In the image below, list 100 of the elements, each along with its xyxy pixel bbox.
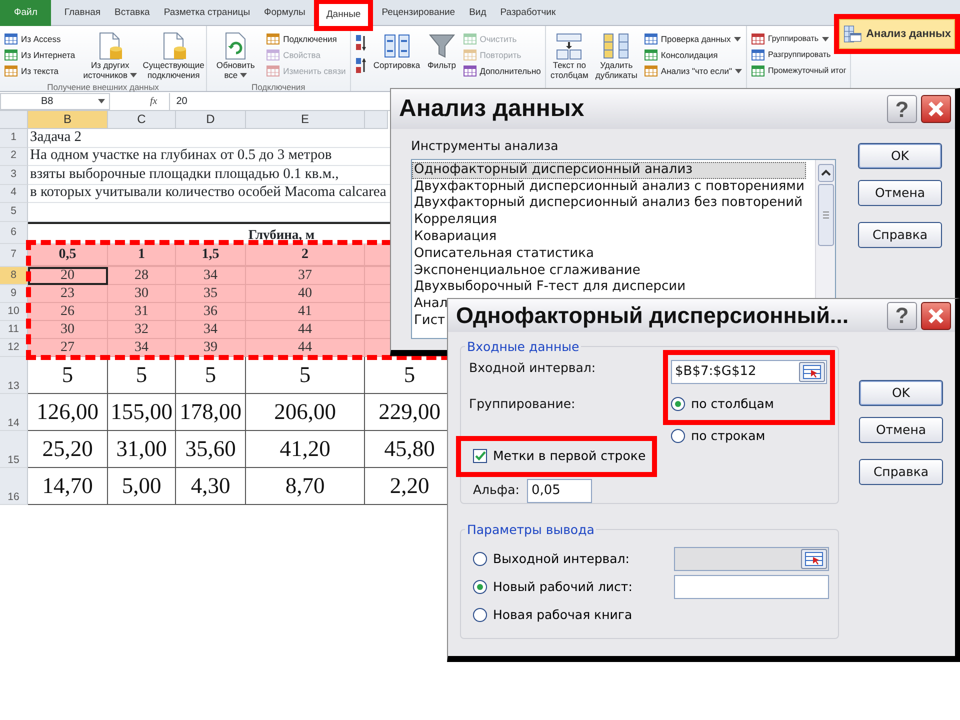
row-header[interactable]: 6 — [0, 222, 28, 244]
dialog-button[interactable]: Отмена — [858, 180, 942, 206]
ribbon-button[interactable]: Текст по столбцам — [548, 31, 591, 81]
table-cell: 41 — [246, 303, 365, 321]
range-picker-button[interactable] — [801, 549, 827, 569]
close-button[interactable] — [921, 302, 951, 330]
ribbon-button[interactable]: Обновить все — [209, 31, 262, 81]
column-header[interactable]: C — [108, 111, 176, 129]
radio-button[interactable] — [473, 580, 487, 594]
ribbon-tab[interactable]: Рецензирование — [374, 1, 462, 26]
ribbon-button[interactable]: Промежуточный итог — [749, 63, 848, 79]
table-cell: 1 — [108, 244, 176, 267]
radio-button[interactable] — [473, 552, 487, 566]
ribbon-button[interactable]: Группировать — [749, 31, 831, 47]
output-field[interactable] — [674, 575, 829, 599]
help-button[interactable]: ? — [887, 302, 917, 330]
row-header[interactable]: 15 — [0, 431, 28, 468]
row-header[interactable]: 7 — [0, 244, 28, 267]
row-header[interactable]: 3 — [0, 166, 28, 184]
row-header[interactable]: 8 — [0, 267, 28, 285]
list-item[interactable]: Анал — [412, 296, 450, 313]
ribbon-tab[interactable]: Разметка страницы — [156, 1, 258, 26]
ribbon-button[interactable]: Из Интернета — [2, 47, 78, 63]
column-header[interactable]: D — [176, 111, 246, 129]
dialog-button[interactable]: Справка — [858, 222, 942, 248]
list-item[interactable]: Двухвыборочный F-тест для дисперсии — [412, 279, 688, 296]
list-item[interactable]: Гист — [412, 312, 448, 330]
column-header[interactable]: B — [28, 111, 108, 129]
data-analysis-button[interactable]: Анализ данных — [839, 19, 955, 49]
ribbon-button[interactable]: Проверка данных — [642, 31, 743, 47]
row-header[interactable]: 11 — [0, 321, 28, 339]
ribbon-button[interactable]: Разгруппировать — [749, 47, 833, 63]
range-field[interactable]: $B$7:$G$12 — [671, 360, 827, 384]
ribbon-tab[interactable]: Данные — [319, 4, 368, 26]
alpha-field[interactable]: 0,05 — [527, 478, 592, 503]
ribbon-tab[interactable]: Вставка — [108, 1, 157, 26]
row-header[interactable]: 2 — [0, 148, 28, 166]
row-header[interactable]: 5 — [0, 203, 28, 222]
columns-icon — [601, 31, 632, 61]
ribbon-button[interactable]: Удалить дубликаты — [592, 31, 640, 81]
table-cell: 40 — [246, 285, 365, 303]
dialog-button[interactable]: Справка — [859, 459, 943, 485]
dialog-button[interactable]: Отмена — [859, 417, 943, 443]
radio-option[interactable]: по столбцам — [671, 395, 774, 414]
ribbon-button[interactable]: Консолидация — [642, 47, 720, 63]
close-button[interactable] — [921, 95, 951, 123]
name-box[interactable]: B8 — [0, 92, 110, 110]
ribbon-tab[interactable]: Формулы — [257, 1, 312, 26]
radio-option[interactable]: по строкам — [671, 426, 766, 446]
radio-option[interactable]: Новая рабочая книга — [473, 606, 632, 624]
list-item[interactable]: Описательная статистика — [412, 246, 596, 263]
range-picker-button[interactable] — [799, 362, 825, 382]
radio-button[interactable] — [671, 429, 685, 444]
table-cell: 0,5 — [28, 244, 108, 267]
list-item[interactable]: Экспоненциальное сглаживание — [412, 262, 642, 280]
ribbon-button[interactable]: Сортировка — [370, 31, 423, 71]
row-header[interactable]: 14 — [0, 394, 28, 431]
row-header[interactable]: 12 — [0, 339, 28, 357]
row-header[interactable]: 10 — [0, 303, 28, 321]
table-cell: 25,20 — [28, 431, 108, 468]
table-cell: 178,00 — [176, 394, 246, 431]
ribbon-button[interactable]: Анализ "что если" — [642, 63, 744, 79]
row-header[interactable]: 4 — [0, 184, 28, 203]
ribbon-button[interactable]: Фильтр — [424, 31, 459, 71]
radio-option[interactable]: Выходной интервал: — [473, 550, 630, 568]
ribbon-tab[interactable]: Главная — [57, 1, 108, 26]
output-field[interactable] — [674, 547, 829, 571]
ribbon-button[interactable]: Из Access — [2, 31, 63, 47]
row-header[interactable]: 16 — [0, 468, 28, 505]
ribbon-tab[interactable]: Разработчик — [493, 1, 563, 26]
table-icon — [4, 64, 18, 78]
radio-button[interactable] — [671, 397, 685, 412]
column-header[interactable]: E — [246, 111, 365, 129]
radio-button[interactable] — [473, 608, 487, 622]
ribbon-button[interactable]: Дополнительно — [460, 63, 543, 79]
ribbon-button[interactable]: Подключения — [264, 31, 339, 47]
checkbox-option[interactable]: Метки в первой строке — [473, 447, 646, 466]
ribbon-button[interactable]: Существующие подключения — [143, 31, 204, 81]
table-icon — [803, 365, 821, 379]
ribbon-tab[interactable]: Файл — [0, 0, 52, 26]
table-cell: 4,30 — [176, 468, 246, 505]
close-icon — [927, 100, 945, 118]
row-header[interactable]: 1 — [0, 129, 28, 148]
table-cell: 37 — [246, 267, 365, 285]
row-header[interactable]: 13 — [0, 357, 28, 394]
table-icon — [843, 24, 864, 44]
ribbon-button[interactable]: Из текста — [2, 63, 60, 79]
list-item[interactable]: Однофакторный дисперсионный анализ — [412, 162, 806, 179]
row-header[interactable]: 9 — [0, 285, 28, 303]
checkbox[interactable] — [473, 449, 487, 464]
ribbon-tab[interactable]: Вид — [462, 1, 494, 26]
help-button[interactable]: ? — [887, 95, 917, 123]
dialog-button[interactable]: OK — [858, 143, 942, 169]
table-cell: 35,60 — [176, 431, 246, 468]
table-icon — [462, 32, 477, 46]
function-label[interactable]: fx — [150, 94, 158, 108]
ribbon-button[interactable]: Из других источников — [79, 31, 142, 81]
dialog-button[interactable]: OK — [859, 380, 943, 406]
radio-option[interactable]: Новый рабочий лист: — [473, 578, 632, 596]
field-label: Альфа: — [473, 481, 520, 500]
